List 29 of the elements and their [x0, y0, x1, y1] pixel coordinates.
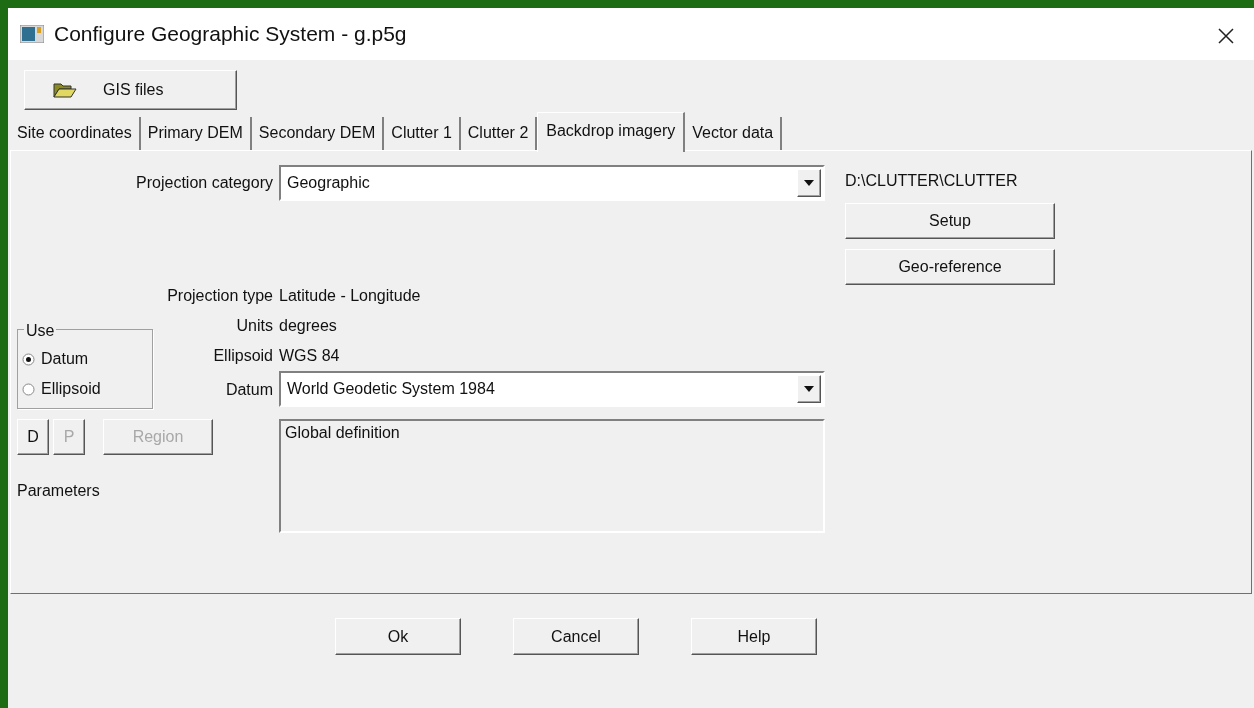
- dialog-button[interactable]: Ok: [335, 618, 461, 655]
- projection-category-dropdown[interactable]: Geographic: [279, 165, 825, 201]
- dialog-button[interactable]: Help: [691, 618, 817, 655]
- gis-files-button[interactable]: GIS files: [24, 70, 237, 110]
- close-icon: [1218, 27, 1234, 44]
- folder-icon: [53, 82, 77, 98]
- field-value: Latitude - Longitude: [279, 286, 422, 306]
- radio-option[interactable]: Datum: [22, 344, 89, 374]
- radio-option[interactable]: Ellipsoid: [22, 374, 101, 404]
- field-value: degrees: [279, 316, 338, 336]
- field-label: Units: [235, 316, 273, 336]
- description-box: Global definition: [279, 419, 825, 533]
- field-label: Projection type: [166, 286, 273, 306]
- dialog-button[interactable]: Cancel: [513, 618, 639, 655]
- radio-icon[interactable]: [22, 352, 35, 366]
- side-button[interactable]: Setup: [845, 203, 1055, 239]
- window-title: Configure Geographic System - g.p5g: [54, 21, 407, 48]
- app-icon: [20, 25, 44, 43]
- parameter-button[interactable]: D: [17, 419, 49, 455]
- field-label: Datum: [224, 380, 273, 400]
- side-button[interactable]: Geo-reference: [845, 249, 1055, 285]
- parameters-label: Parameters: [16, 481, 101, 501]
- datum-dropdown[interactable]: World Geodetic System 1984: [279, 371, 825, 407]
- radio-icon[interactable]: [22, 382, 35, 396]
- tab[interactable]: Backdrop imagery: [537, 112, 686, 152]
- field-label: Ellipsoid: [212, 346, 273, 366]
- field-label: Projection category: [135, 173, 273, 193]
- field-value: WGS 84: [279, 346, 341, 366]
- file-path: D:\CLUTTER\CLUTTER: [845, 171, 1019, 191]
